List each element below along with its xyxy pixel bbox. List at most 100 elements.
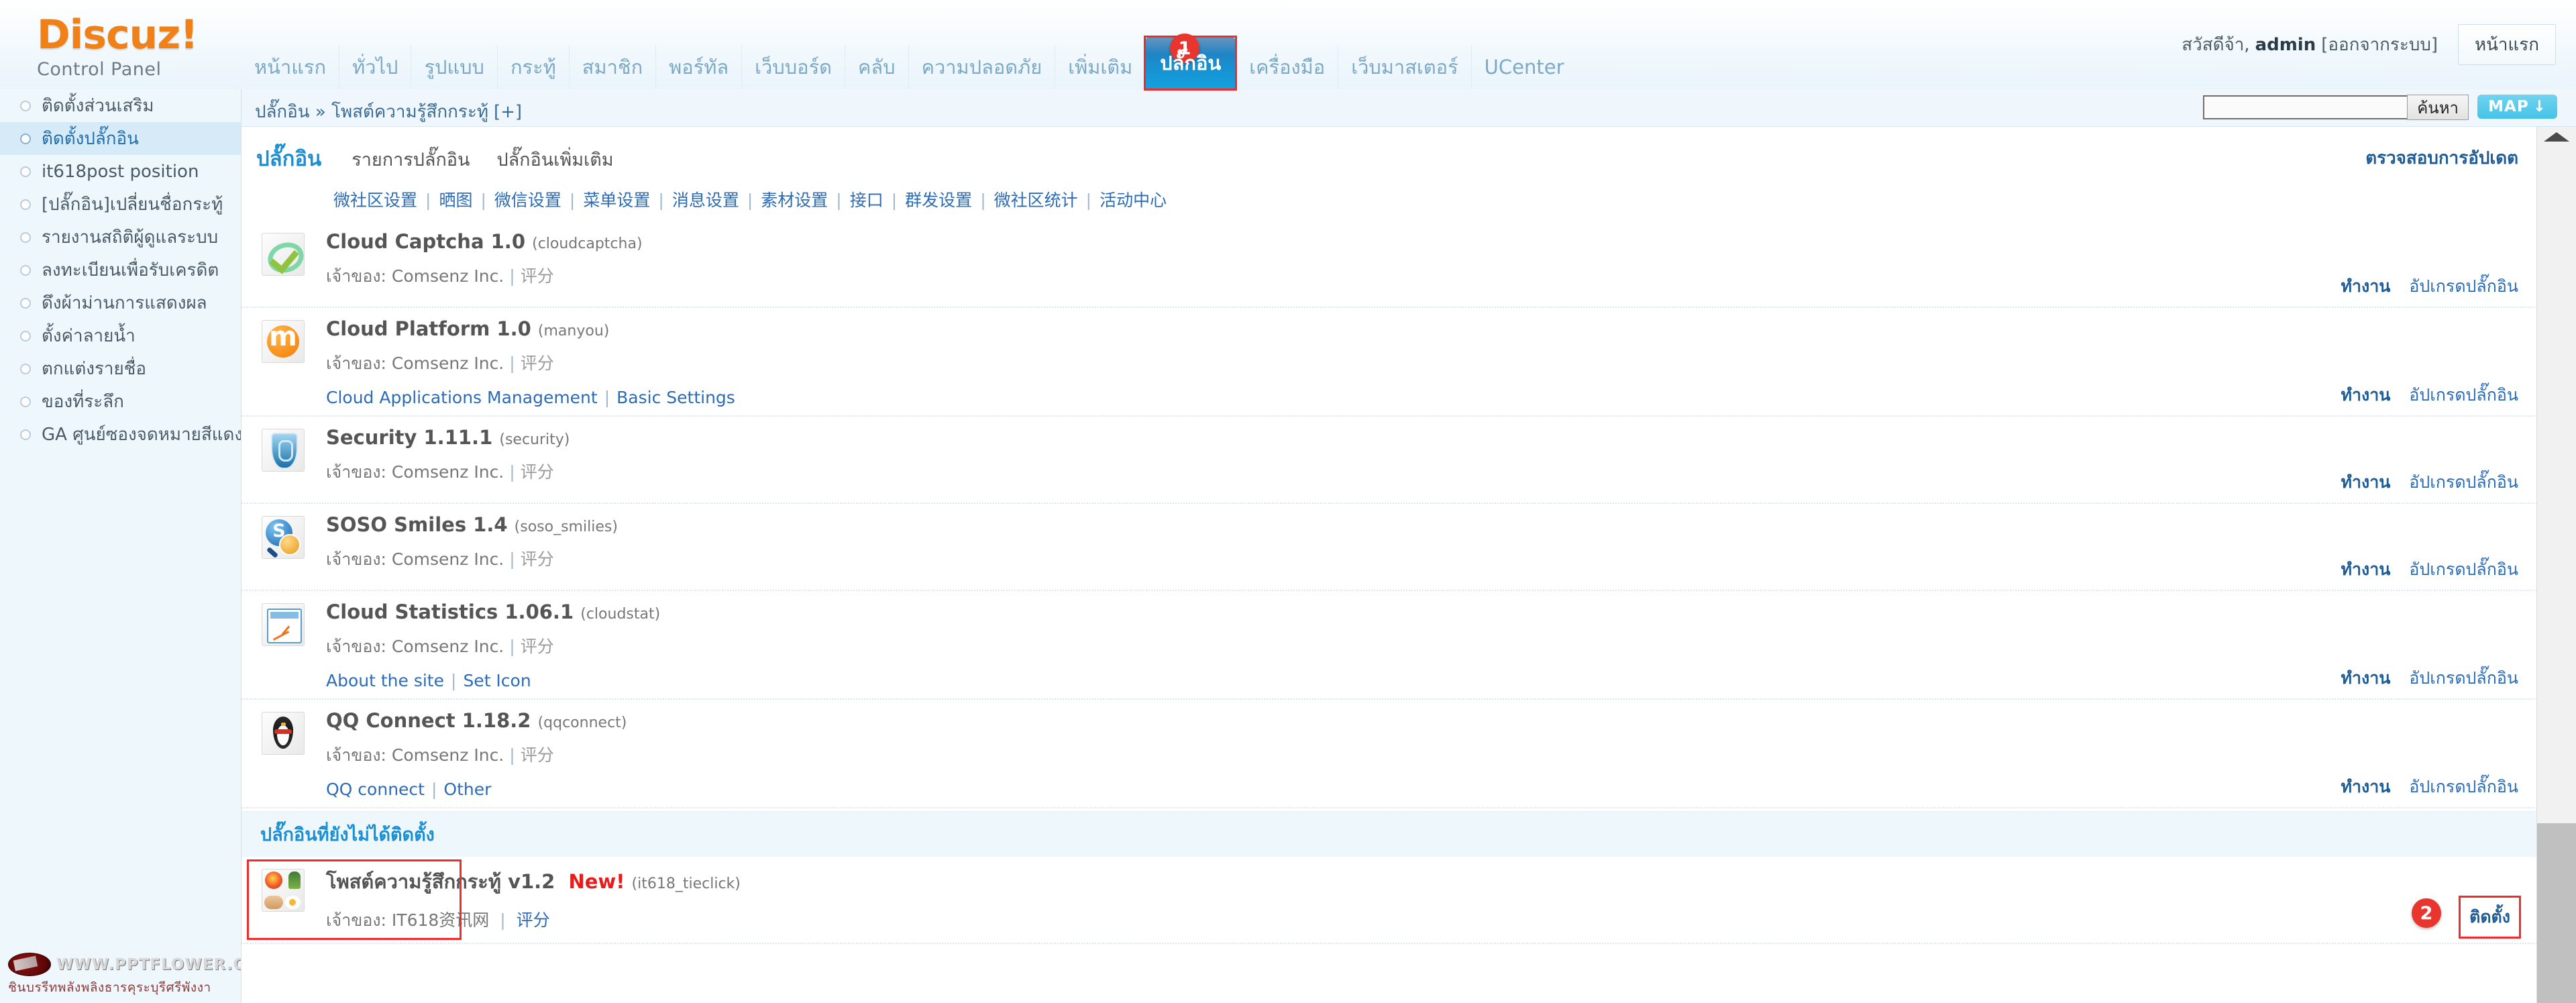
plugin-run-link[interactable]: ทำงาน [2341,665,2390,692]
top-nav-item-9[interactable]: เพิ่มเติม [1055,45,1145,89]
sidebar-item-4[interactable]: รายงานสถิติผู้ดูแลระบบ [0,221,241,254]
uninstalled-heading: ปลั๊กอินที่ยังไม่ได้ติดตั้ง [241,811,2537,857]
breadcrumb-expand[interactable]: [+] [494,102,522,122]
plugin-name: Cloud Captcha 1.0 (cloudcaptcha) [326,230,2537,253]
sidebar-item-2[interactable]: it618post position [0,155,241,188]
sublink-8[interactable]: 微社区统计 [994,191,1078,210]
search-button[interactable]: ค้นหา [2407,95,2469,120]
plugin-upgrade-link[interactable]: อัปเกรดปลั๊กอิน [2409,382,2518,409]
top-nav-item-5[interactable]: พอร์ทัล [655,45,741,89]
plugin-upgrade-link[interactable]: อัปเกรดปลั๊กอิน [2409,469,2518,496]
plugin-owner: เจ้าของ: Comsenz Inc. | 评分 [326,546,2537,573]
sublink-5[interactable]: 素材设置 [761,191,828,210]
install-button[interactable]: ติดตั้ง [2469,904,2510,931]
breadcrumb-text[interactable]: ปลั๊กอิน » โพสต์ความรู้สึกกระทู้ [255,102,488,122]
username-text: admin [2255,34,2316,55]
plugin-link-0[interactable]: Cloud Applications Management [326,388,598,407]
plugin-link-1[interactable]: Set Icon [463,671,531,690]
plugin-link-0[interactable]: QQ connect [326,780,425,799]
sidebar-item-1[interactable]: ติดตั้งปลั๊กอิน [0,122,241,155]
plugin-id: (manyou) [537,323,610,339]
owner-name: Comsenz Inc. [391,549,504,569]
sublink-7[interactable]: 群发设置 [905,191,972,210]
plugin-name: Cloud Statistics 1.06.1 (cloudstat) [326,600,2537,623]
top-nav-item-1[interactable]: ทั่วไป [339,45,411,89]
sublink-4[interactable]: 消息设置 [672,191,739,210]
rate-link[interactable]: 评分 [521,354,554,373]
search-input[interactable] [2203,95,2423,119]
brand-logo[interactable]: Discuz! Control Panel [37,15,231,80]
plugin-actions: ทำงาน อัปเกรดปลั๊กอิน [2341,382,2518,409]
home-button[interactable]: หน้าแรก [2458,24,2556,65]
bullet-icon [20,396,31,407]
top-nav-item-0[interactable]: หน้าแรก [241,45,339,89]
plugin-upgrade-link[interactable]: อัปเกรดปลั๊กอิน [2409,665,2518,692]
scroll-up-arrow-icon[interactable] [2544,132,2569,142]
plugin-links: About the site | Set Icon [326,671,2537,690]
top-nav-item-12[interactable]: เว็บมาสเตอร์ [1338,45,1470,89]
scrollbar-thumb[interactable] [2537,823,2576,1003]
owner-separator: | [509,462,515,482]
owner-label: เจ้าของ: [326,462,386,482]
top-nav-item-13[interactable]: UCenter [1470,45,1577,89]
plugin-run-link[interactable]: ทำงาน [2341,382,2390,409]
plugin-row: Cloud Platform 1.0 (manyou) เจ้าของ: Coms… [241,308,2537,417]
sidebar-item-5[interactable]: ลงทะเบียนเพื่อรับเครดิต [0,254,241,286]
top-nav-item-2[interactable]: รูปแบบ [411,45,497,89]
sublink-2[interactable]: 微信设置 [494,191,561,210]
bullet-icon [20,166,31,177]
arrow-down-icon: ↓ [2532,98,2546,115]
plugin-run-link[interactable]: ทำงาน [2341,273,2390,300]
sublink-3[interactable]: 菜单设置 [583,191,650,210]
tab-more-plugins[interactable]: ปลั๊กอินเพิ่มเติม [496,145,613,174]
tab-plugin-list[interactable]: รายการปลั๊กอิน [352,145,470,174]
sublink-6[interactable]: 接口 [850,191,883,210]
plugin-upgrade-link[interactable]: อัปเกรดปลั๊กอิน [2409,273,2518,300]
top-nav-item-4[interactable]: สมาชิก [568,45,655,89]
plugin-id: (cloudcaptcha) [532,235,643,252]
sidebar-item-8[interactable]: ตกแต่งรายชื่อ [0,352,241,385]
rate-link[interactable]: 评分 [521,549,554,569]
top-nav-item-11[interactable]: เครื่องมือ [1236,45,1338,89]
plugin-link-1[interactable]: Other [443,780,491,799]
plugin-upgrade-link[interactable]: อัปเกรดปลั๊กอิน [2409,556,2518,583]
qq-penguin-icon [262,712,305,755]
top-nav-item-8[interactable]: ความปลอดภัย [908,45,1055,89]
plugin-name: SOSO Smiles 1.4 (soso_smilies) [326,513,2537,536]
plugin-run-link[interactable]: ทำงาน [2341,556,2390,583]
top-nav-item-label: เว็บบอร์ด [755,56,832,78]
logout-link[interactable]: [ออกจากระบบ] [2321,31,2438,58]
sidebar-item-0[interactable]: ติดตั้งส่วนเสริม [0,89,241,122]
sublink-0[interactable]: 微社区设置 [333,191,417,210]
sidebar-item-10[interactable]: GA ศูนย์ซองจดหมายสีแดง [0,418,241,451]
rate-link[interactable]: 评分 [521,745,554,765]
sublink-separator: | [1085,191,1092,210]
plugin-upgrade-link[interactable]: อัปเกรดปลั๊กอิน [2409,774,2518,800]
sidebar-item-3[interactable]: [ปลั๊กอิน]เปลี่ยนชื่อกระทู้ [0,188,241,221]
top-nav-item-6[interactable]: เว็บบอร์ด [741,45,845,89]
plugin-owner: เจ้าของ: Comsenz Inc. | 评分 [326,742,2537,769]
sublink-1[interactable]: 晒图 [439,191,472,210]
plugin-actions: ทำงาน อัปเกรดปลั๊กอิน [2341,273,2518,300]
rate-link[interactable]: 评分 [517,910,550,930]
plugin-name-text: Security 1.11.1 [326,426,493,449]
plugin-link-1[interactable]: Basic Settings [616,388,735,407]
sidebar-item-9[interactable]: ของที่ระลึก [0,385,241,418]
sidebar-item-label: [ปลั๊กอิน]เปลี่ยนชื่อกระทู้ [42,195,223,215]
check-update-link[interactable]: ตรวจสอบการอัปเดต [2365,144,2518,172]
plugin-link-0[interactable]: About the site [326,671,444,690]
sidebar-item-6[interactable]: ดึงผ้าม่านการแสดงผล [0,286,241,319]
sidebar-item-7[interactable]: ตั้งค่าลายน้ำ [0,319,241,352]
sublink-9[interactable]: 活动中心 [1099,191,1167,210]
sublink-separator: | [569,191,576,210]
rate-link[interactable]: 评分 [521,266,554,286]
plugin-run-link[interactable]: ทำงาน [2341,774,2390,800]
plugin-run-link[interactable]: ทำงาน [2341,469,2390,496]
map-button[interactable]: MAP ↓ [2477,95,2557,119]
top-nav-item-3[interactable]: กระทู้ [496,45,569,89]
vertical-scrollbar[interactable] [2536,127,2576,1003]
rate-link[interactable]: 评分 [521,462,554,482]
top-nav-item-label: เครื่องมือ [1249,56,1326,78]
rate-link[interactable]: 评分 [521,637,554,656]
top-nav-item-7[interactable]: คลับ [844,45,908,89]
